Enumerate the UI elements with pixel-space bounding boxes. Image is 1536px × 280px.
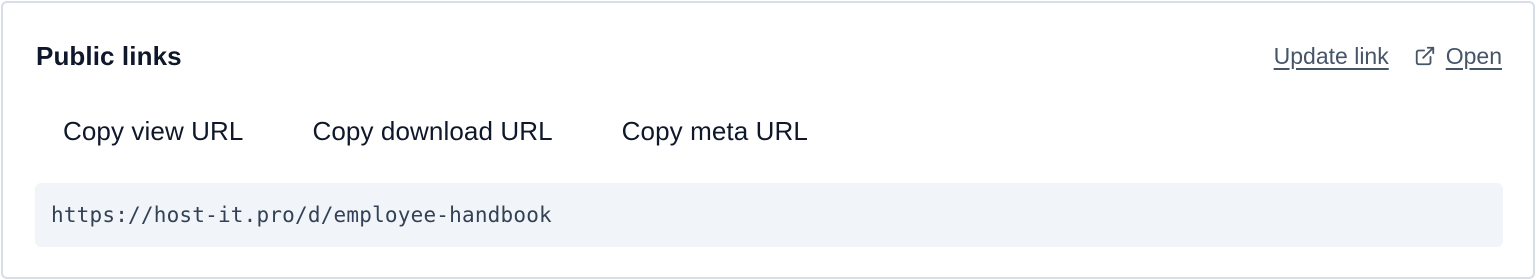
- card-title: Public links: [36, 41, 182, 71]
- url-display-box[interactable]: https://host-it.pro/d/employee-handbook: [35, 183, 1503, 247]
- copy-buttons-row: Copy view URL Copy download URL Copy met…: [37, 111, 851, 151]
- update-link-button[interactable]: Update link: [1274, 41, 1389, 71]
- external-link-icon: [1414, 45, 1436, 67]
- open-link-label[interactable]: Open: [1446, 41, 1502, 71]
- public-links-card: Public links Update link Open Copy view …: [1, 1, 1535, 279]
- open-link-button[interactable]: Open: [1414, 41, 1502, 71]
- copy-download-url-button[interactable]: Copy download URL: [286, 111, 578, 151]
- copy-view-url-button[interactable]: Copy view URL: [37, 111, 269, 151]
- header-actions: Update link Open: [1274, 41, 1502, 71]
- url-text[interactable]: https://host-it.pro/d/employee-handbook: [51, 203, 552, 227]
- copy-meta-url-button[interactable]: Copy meta URL: [596, 111, 834, 151]
